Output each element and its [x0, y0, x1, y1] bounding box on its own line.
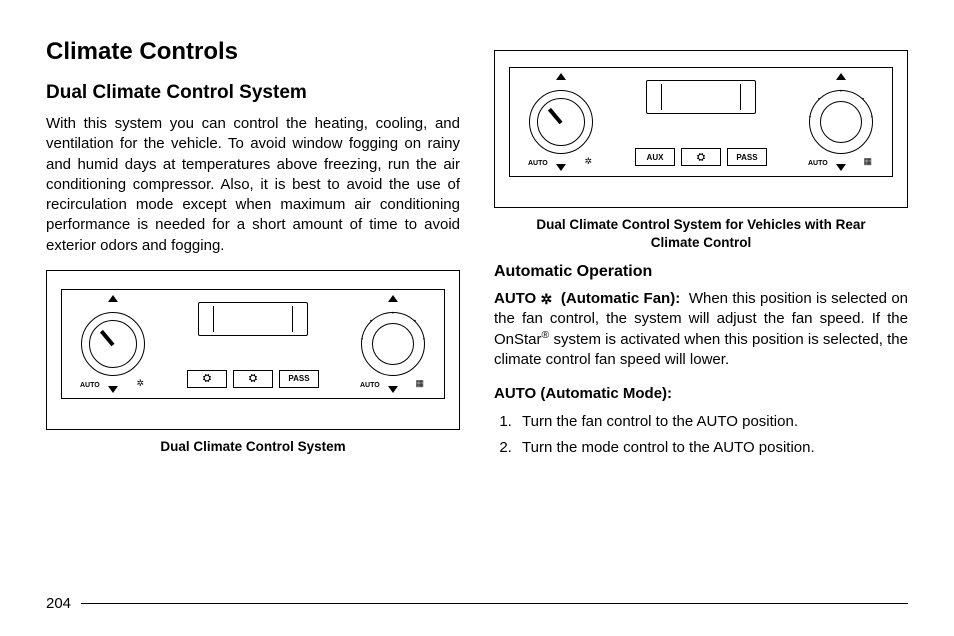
center-display-stack: AUX ⛭ PASS — [602, 76, 800, 168]
climate-panel-2: AUTO ✲ AUX ⛭ PASS — [509, 67, 893, 177]
recirc-b-button: ⛭ — [233, 370, 273, 388]
fan-icon: ✲ — [584, 156, 592, 167]
page-footer: 204 — [46, 595, 908, 612]
lcd-display — [646, 80, 756, 114]
auto-mode-steps: Turn the fan control to the AUTO positio… — [516, 410, 908, 459]
aux-button: AUX — [635, 148, 675, 166]
arrow-down-icon — [108, 386, 118, 393]
section-heading: Dual Climate Control System — [46, 82, 460, 104]
pass-button: PASS — [279, 370, 319, 388]
arrow-down-icon — [388, 386, 398, 393]
subsection-heading: Automatic Operation — [494, 263, 908, 281]
center-display-stack: ⛭ ⛭ PASS — [154, 298, 352, 390]
defrost-icon: ▦ — [863, 156, 872, 167]
auto-mode-heading: AUTO (Automatic Mode): — [494, 384, 908, 404]
arrow-up-icon — [556, 73, 566, 80]
auto-fan-paragraph: AUTO ✲ (Automatic Fan): When this positi… — [494, 289, 908, 370]
step-2: Turn the mode control to the AUTO positi… — [516, 436, 908, 459]
arrow-down-icon — [836, 164, 846, 171]
fan-icon: ✲ — [541, 292, 553, 306]
right-column: AUTO ✲ AUX ⛭ PASS — [494, 38, 908, 461]
arrow-up-icon — [388, 295, 398, 302]
mode-dial: • • • • • AUTO ▦ — [800, 75, 882, 169]
fan-dial: AUTO ✲ — [520, 75, 602, 169]
car-icon: ⛭ — [697, 152, 705, 163]
figure-1: AUTO ✲ ⛭ ⛭ PASS — [46, 270, 460, 430]
recirc-button: ⛭ — [681, 148, 721, 166]
pass-button: PASS — [727, 148, 767, 166]
climate-panel-1: AUTO ✲ ⛭ ⛭ PASS — [61, 289, 445, 399]
arrow-up-icon — [836, 73, 846, 80]
page-title: Climate Controls — [46, 38, 460, 66]
figure-1-caption: Dual Climate Control System — [46, 438, 460, 456]
page-number: 204 — [46, 595, 71, 612]
car-icon: ⛭ — [203, 373, 211, 384]
arrow-down-icon — [556, 164, 566, 171]
fan-dial: AUTO ✲ — [72, 297, 154, 391]
recirc-a-button: ⛭ — [187, 370, 227, 388]
footer-rule — [81, 603, 908, 605]
step-1: Turn the fan control to the AUTO positio… — [516, 410, 908, 433]
mode-dial: • • • • • AUTO ▦ — [352, 297, 434, 391]
figure-2: AUTO ✲ AUX ⛭ PASS — [494, 50, 908, 208]
defrost-icon: ▦ — [415, 378, 424, 389]
arrow-up-icon — [108, 295, 118, 302]
intro-paragraph: With this system you can control the hea… — [46, 114, 460, 256]
car-icon: ⛭ — [249, 373, 257, 384]
figure-2-caption: Dual Climate Control System for Vehicles… — [494, 216, 908, 251]
left-column: Climate Controls Dual Climate Control Sy… — [46, 38, 460, 461]
lcd-display — [198, 302, 308, 336]
fan-icon: ✲ — [136, 378, 144, 389]
